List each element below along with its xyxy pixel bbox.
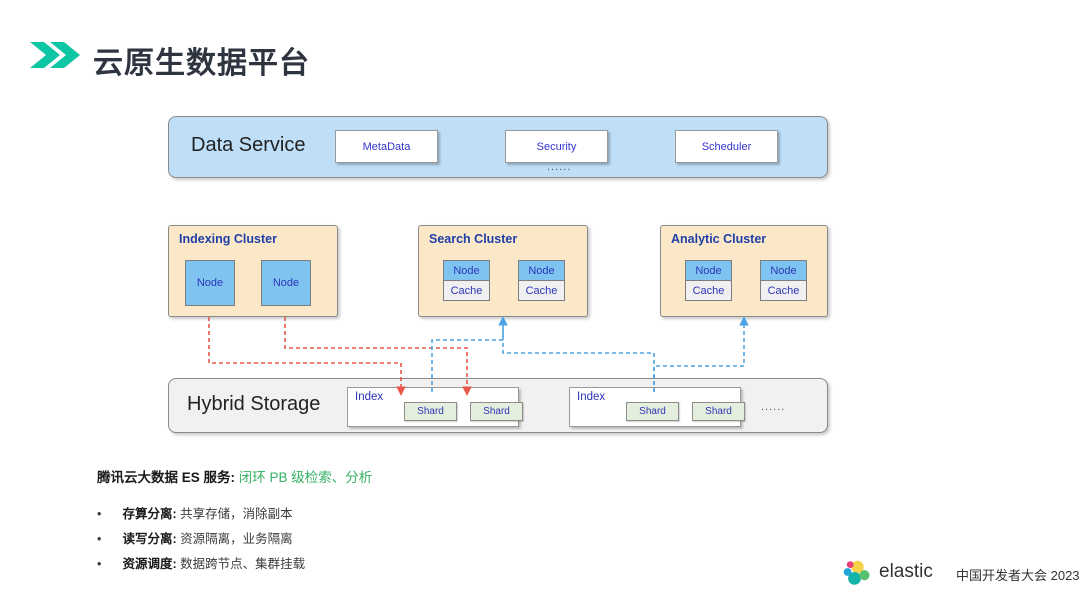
bullet-value: 共享存储，消除副本	[180, 507, 293, 521]
cache-box[interactable]: Cache	[760, 281, 807, 301]
node-group[interactable]: Node	[261, 260, 311, 306]
node-box[interactable]: Node	[518, 260, 565, 281]
double-chevron-icon	[30, 42, 80, 68]
summary-bullet: • 资源调度: 数据跨节点、集群挂载	[97, 553, 305, 572]
node-box[interactable]: Node	[185, 260, 235, 306]
bullet-key: 读写分离:	[122, 532, 177, 546]
data-service-ellipsis: ......	[547, 161, 572, 173]
node-group[interactable]: Node Cache	[518, 260, 565, 301]
elastic-logo-icon	[843, 560, 870, 585]
bullet-value: 资源隔离，业务隔离	[180, 532, 293, 546]
cluster-search-title: Search Cluster	[429, 232, 518, 246]
bullet-key: 存算分离:	[122, 507, 177, 521]
node-box[interactable]: Node	[261, 260, 311, 306]
index-label: Index	[355, 391, 384, 403]
cluster-indexing: Indexing Cluster Node Node	[168, 225, 338, 317]
slide-root: 云原生数据平台 Data Service MetaData Security S…	[0, 0, 1080, 608]
summary-lede-value: 闭环 PB 级检索、分析	[238, 470, 373, 485]
cluster-analytic-title: Analytic Cluster	[671, 232, 767, 246]
elastic-wordmark: elastic	[879, 561, 933, 582]
summary-bullet: • 读写分离: 资源隔离，业务隔离	[97, 528, 293, 547]
node-box[interactable]: Node	[685, 260, 732, 281]
hybrid-storage-label: Hybrid Storage	[187, 393, 321, 415]
data-service-band: Data Service MetaData Security Scheduler…	[168, 116, 828, 178]
bullet-marker: •	[97, 557, 102, 571]
service-box-metadata[interactable]: MetaData	[335, 130, 438, 163]
node-group[interactable]: Node Cache	[685, 260, 732, 301]
slide-header: 云原生数据平台	[0, 0, 1080, 100]
shard-box[interactable]: Shard	[626, 402, 679, 421]
node-group[interactable]: Node Cache	[443, 260, 490, 301]
page-title: 云原生数据平台	[93, 47, 310, 80]
data-service-label: Data Service	[191, 134, 306, 156]
hybrid-storage-ellipsis: ......	[761, 401, 786, 413]
cache-box[interactable]: Cache	[685, 281, 732, 301]
cluster-search: Search Cluster Node Cache Node Cache	[418, 225, 588, 317]
shard-box[interactable]: Shard	[470, 402, 523, 421]
hybrid-storage-band: Hybrid Storage Index Shard Shard Index S…	[168, 378, 828, 433]
service-box-security[interactable]: Security	[505, 130, 608, 163]
bullet-key: 资源调度:	[122, 557, 177, 571]
summary-lede: 腾讯云大数据 ES 服务: 闭环 PB 级检索、分析	[97, 466, 372, 486]
index-box[interactable]: Index Shard Shard	[347, 387, 523, 427]
cache-box[interactable]: Cache	[443, 281, 490, 301]
node-box[interactable]: Node	[760, 260, 807, 281]
index-label: Index	[577, 391, 606, 403]
index-box[interactable]: Index Shard Shard	[569, 387, 745, 427]
footer-event-name: 中国开发者大会 2023	[956, 568, 1080, 583]
bullet-marker: •	[97, 507, 102, 521]
shard-box[interactable]: Shard	[404, 402, 457, 421]
footer-logo: elastic 中国开发者大会 2023	[843, 556, 1080, 590]
node-box[interactable]: Node	[443, 260, 490, 281]
node-group[interactable]: Node	[185, 260, 235, 306]
summary-bullet: • 存算分离: 共享存储，消除副本	[97, 503, 293, 522]
bullet-marker: •	[97, 532, 102, 546]
bullet-value: 数据跨节点、集群挂载	[180, 557, 306, 571]
cache-box[interactable]: Cache	[518, 281, 565, 301]
service-box-scheduler[interactable]: Scheduler	[675, 130, 778, 163]
node-group[interactable]: Node Cache	[760, 260, 807, 301]
shard-box[interactable]: Shard	[692, 402, 745, 421]
cluster-indexing-title: Indexing Cluster	[179, 232, 277, 246]
summary-lede-key: 腾讯云大数据 ES 服务:	[97, 470, 236, 485]
cluster-analytic: Analytic Cluster Node Cache Node Cache	[660, 225, 828, 317]
